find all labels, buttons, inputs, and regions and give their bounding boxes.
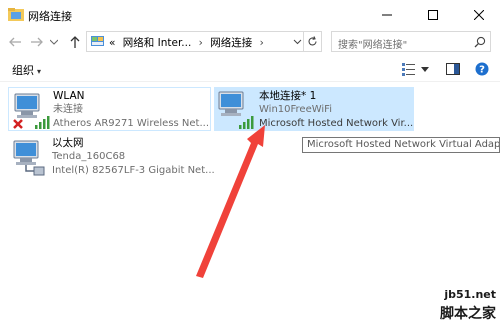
watermark: jb51.net 脚本之家: [430, 288, 500, 326]
annotation-arrow: [196, 125, 265, 278]
watermark-url: jb51.net: [444, 288, 496, 301]
watermark-brand: 脚本之家: [440, 306, 496, 322]
annotation-arrow-shape: [196, 125, 265, 278]
